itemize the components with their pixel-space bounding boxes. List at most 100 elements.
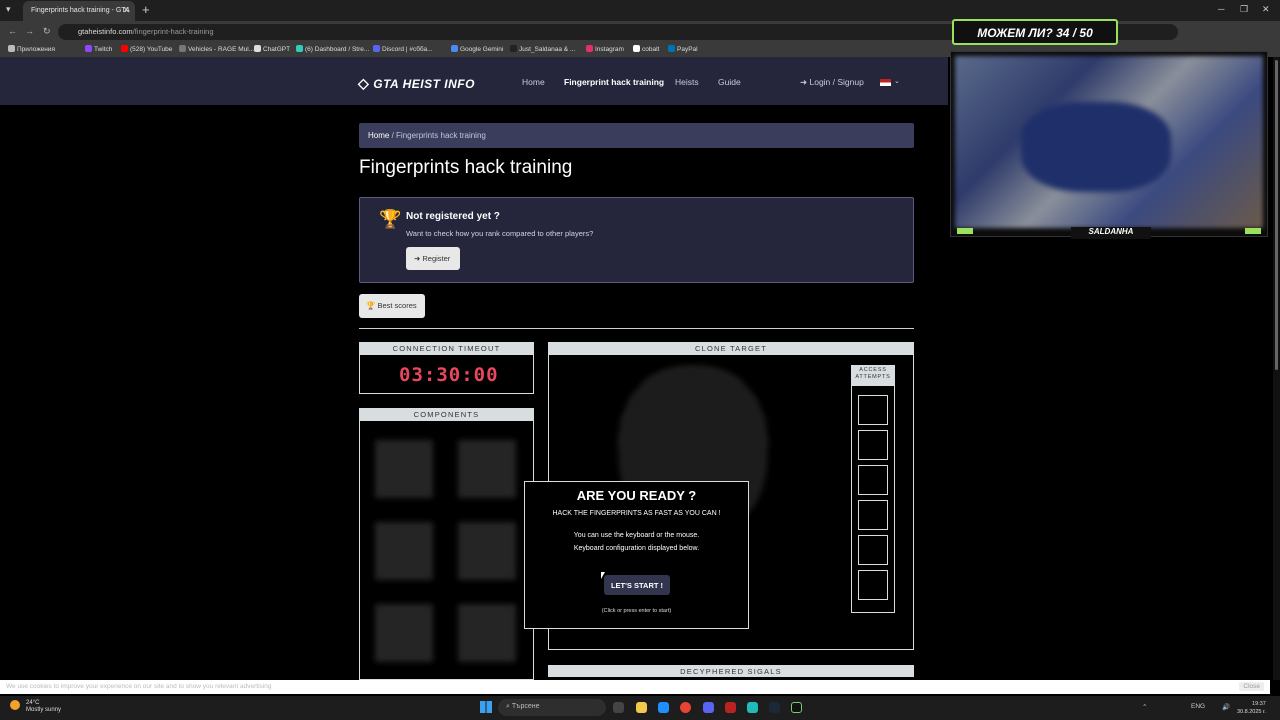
terminal-icon[interactable] bbox=[791, 702, 802, 713]
component-tile[interactable] bbox=[375, 440, 433, 498]
connection-timeout-header: CONNECTION TIMEOUT bbox=[359, 342, 534, 354]
page-title: Fingerprints hack training bbox=[359, 157, 573, 178]
modal-text: You can use the keyboard or the mouse. bbox=[573, 532, 700, 539]
scroll-thumb[interactable] bbox=[1275, 60, 1278, 370]
url-host: gtaheistinfo.com bbox=[78, 27, 133, 36]
bookmark-item[interactable]: (6) Dashboard / Stre... bbox=[296, 45, 369, 53]
browser-tab-strip: ▾ Fingerprints hack training - GTA ✕ + ─… bbox=[0, 0, 1280, 21]
reload-icon[interactable]: ↻ bbox=[43, 26, 51, 37]
overlay-deco bbox=[1245, 228, 1261, 234]
breadcrumb-home[interactable]: Home bbox=[368, 131, 389, 140]
component-tile[interactable] bbox=[375, 522, 433, 580]
start-button[interactable]: LET'S START ! bbox=[604, 575, 670, 595]
breadcrumb: Home / Fingerprints hack training bbox=[359, 123, 914, 148]
discord-icon[interactable] bbox=[703, 702, 714, 713]
breadcrumb-current: Fingerprints hack training bbox=[396, 131, 486, 140]
url-path: /fingerprint-hack-training bbox=[132, 27, 214, 36]
access-slot bbox=[858, 570, 888, 600]
taskbar-search[interactable]: ⌕ Търсене bbox=[498, 699, 606, 716]
bookmark-item[interactable]: ChatGPT bbox=[254, 45, 290, 53]
tab-close-icon[interactable]: ✕ bbox=[122, 5, 130, 16]
bookmark-item[interactable]: Приложения bbox=[8, 45, 55, 53]
tab-search-icon[interactable]: ▾ bbox=[6, 4, 11, 15]
tab-title: Fingerprints hack training - GTA bbox=[31, 7, 130, 14]
register-button[interactable]: ➜ Register bbox=[406, 247, 460, 270]
cookie-banner: We use cookies to improve your experienc… bbox=[0, 680, 1270, 694]
register-callout: 🏆 Not registered yet ? Want to check how… bbox=[359, 197, 914, 283]
countdown-timer: 03:30:00 bbox=[399, 364, 499, 386]
access-slot bbox=[858, 395, 888, 425]
task-view-icon[interactable] bbox=[613, 702, 624, 713]
register-subtitle: Want to check how you rank compared to o… bbox=[406, 229, 594, 238]
modal-hint: (Click or press enter to start) bbox=[601, 608, 672, 614]
minimize-icon[interactable]: ─ bbox=[1218, 4, 1224, 14]
language-indicator[interactable]: ENG bbox=[1191, 703, 1205, 710]
edge-icon[interactable] bbox=[658, 702, 669, 713]
webcam-overlay: SALDANHA bbox=[950, 51, 1268, 239]
stream-overlay-banner: МОЖЕМ ЛИ? 34 / 50 bbox=[952, 19, 1118, 45]
sun-icon bbox=[10, 700, 20, 710]
bookmark-item[interactable]: Vehicles - RAGE Mul... bbox=[179, 45, 254, 53]
nav-home[interactable]: Home bbox=[522, 77, 545, 87]
weather-widget[interactable]: 24°C Mostly sunny bbox=[10, 700, 61, 715]
windows-start-icon[interactable] bbox=[480, 701, 492, 713]
bookmark-item[interactable]: Just_Saldanaa & ... bbox=[510, 45, 575, 53]
best-scores-button[interactable]: 🏆 Best scores bbox=[359, 294, 425, 318]
bookmark-item[interactable]: Instagram bbox=[586, 45, 624, 53]
system-clock[interactable]: 19:37 30.8.2025 г. bbox=[1237, 700, 1266, 716]
diamond-icon: ◇ bbox=[358, 75, 370, 91]
component-tile[interactable] bbox=[458, 522, 516, 580]
component-tile[interactable] bbox=[458, 440, 516, 498]
browser-tab-active[interactable]: Fingerprints hack training - GTA ✕ bbox=[23, 1, 135, 21]
nav-fingerprint-training[interactable]: Fingerprint hack training bbox=[564, 77, 664, 87]
bookmark-item[interactable]: Twitch bbox=[85, 45, 112, 53]
nav-heists[interactable]: Heists bbox=[675, 77, 699, 87]
bookmark-item[interactable]: PayPal bbox=[668, 45, 698, 53]
volume-icon[interactable]: 🔊 bbox=[1222, 703, 1230, 711]
access-slot bbox=[858, 500, 888, 530]
bookmark-item[interactable]: Discord | #cбба... bbox=[373, 45, 433, 53]
access-slot bbox=[858, 465, 888, 495]
bookmark-item[interactable]: cobalt bbox=[633, 45, 659, 53]
maximize-icon[interactable]: ❐ bbox=[1240, 4, 1248, 15]
component-tile[interactable] bbox=[375, 604, 433, 662]
window-close-icon[interactable]: ✕ bbox=[1262, 4, 1270, 15]
app-icon[interactable] bbox=[747, 702, 758, 713]
divider bbox=[359, 328, 914, 329]
steam-icon[interactable] bbox=[769, 702, 780, 713]
site-logo[interactable]: ◇ GTA HEIST INFO bbox=[358, 75, 475, 92]
component-tile[interactable] bbox=[458, 604, 516, 662]
windows-taskbar: 24°C Mostly sunny ⌕ Търсене ⌃ ENG 🔊 19:37… bbox=[0, 696, 1280, 720]
tray-chevron-icon[interactable]: ⌃ bbox=[1142, 703, 1147, 711]
file-explorer-icon[interactable] bbox=[636, 702, 647, 713]
webcam-bed-shape bbox=[1021, 102, 1171, 192]
trophy-icon: 🏆 bbox=[366, 301, 376, 310]
bookmark-item[interactable]: (528) YouTube bbox=[121, 45, 172, 53]
modal-text: Keyboard configuration displayed below. bbox=[573, 545, 700, 552]
access-slot bbox=[858, 535, 888, 565]
overlay-deco bbox=[957, 228, 973, 234]
new-tab-icon[interactable]: + bbox=[142, 2, 150, 17]
chrome-icon[interactable] bbox=[680, 702, 691, 713]
access-slot bbox=[858, 430, 888, 460]
back-icon[interactable]: ← bbox=[8, 26, 17, 36]
app-icon[interactable] bbox=[725, 702, 736, 713]
decyphered-signals-header: DECYPHERED SIGALS bbox=[548, 665, 914, 677]
mouse-cursor-icon bbox=[601, 572, 605, 579]
ready-modal: ARE YOU READY ? HACK THE FINGERPRINTS AS… bbox=[524, 481, 749, 629]
bookmark-item[interactable]: Google Gemini bbox=[451, 45, 503, 53]
modal-title: ARE YOU READY ? bbox=[576, 488, 697, 503]
clone-target-header: CLONE TARGET bbox=[548, 342, 914, 354]
trophy-icon: 🏆 bbox=[379, 209, 402, 229]
us-flag-icon[interactable] bbox=[880, 79, 891, 86]
access-attempts-header: ACCESS ATTEMPTS bbox=[851, 365, 895, 385]
register-title: Not registered yet ? bbox=[406, 211, 500, 222]
streamer-name: SALDANHA bbox=[1071, 227, 1151, 239]
login-signup-link[interactable]: ➜ Login / Signup bbox=[800, 77, 864, 88]
chevron-down-icon[interactable]: ⌄ bbox=[894, 77, 900, 85]
forward-icon[interactable]: → bbox=[25, 26, 34, 36]
modal-subtitle: HACK THE FINGERPRINTS AS FAST AS YOU CAN… bbox=[552, 510, 721, 517]
components-header: COMPONENTS bbox=[359, 408, 534, 420]
nav-guide[interactable]: Guide bbox=[718, 77, 741, 87]
cookie-close-button[interactable]: Close bbox=[1239, 682, 1264, 691]
